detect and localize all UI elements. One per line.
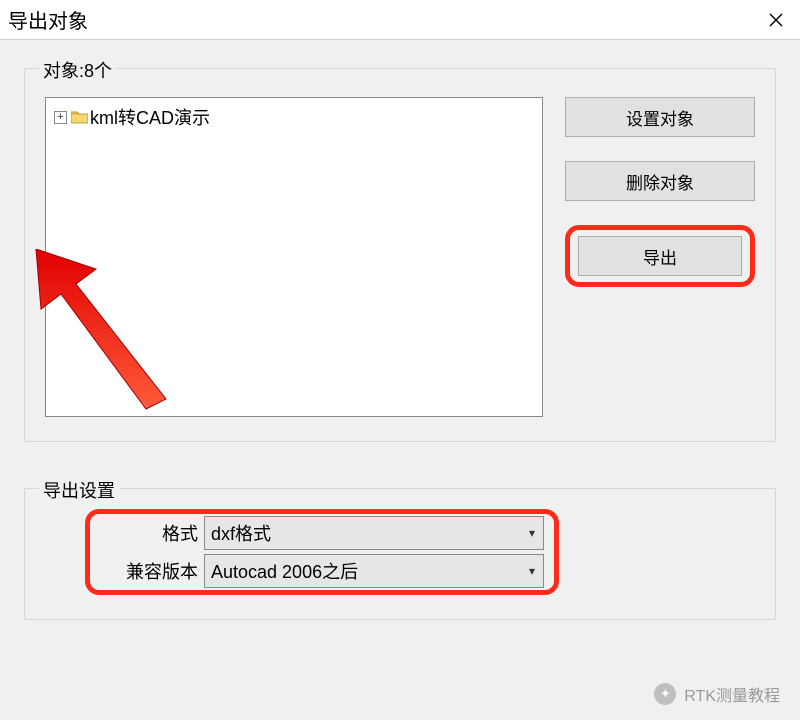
export-dialog: 导出对象 对象:8个 + <box>0 0 800 720</box>
version-value: Autocad 2006之后 <box>211 558 358 584</box>
close-icon <box>768 12 784 28</box>
format-combobox[interactable]: dxf格式 ▾ <box>204 516 544 550</box>
delete-object-button[interactable]: 删除对象 <box>565 161 755 201</box>
objects-group-label: 对象:8个 <box>39 57 116 83</box>
export-settings-label: 导出设置 <box>39 477 119 503</box>
dialog-content: 对象:8个 + kml转CAD演示 <box>0 40 800 630</box>
chevron-down-icon: ▾ <box>529 564 535 578</box>
version-combobox[interactable]: Autocad 2006之后 ▾ <box>204 554 544 588</box>
export-label: 导出 <box>643 244 677 269</box>
objects-group: 对象:8个 + kml转CAD演示 <box>24 68 776 442</box>
close-button[interactable] <box>752 0 800 40</box>
version-row: 兼容版本 Autocad 2006之后 ▾ <box>96 554 544 588</box>
watermark-text: RTK测量教程 <box>684 682 780 706</box>
object-tree[interactable]: + kml转CAD演示 <box>45 97 543 417</box>
chevron-down-icon: ▾ <box>529 526 535 540</box>
export-button[interactable]: 导出 <box>578 236 742 276</box>
format-row: 格式 dxf格式 ▾ <box>96 516 544 550</box>
expand-icon[interactable]: + <box>54 111 67 124</box>
delete-object-label: 删除对象 <box>626 169 694 194</box>
format-label: 格式 <box>96 520 204 546</box>
set-object-button[interactable]: 设置对象 <box>565 97 755 137</box>
watermark: ✦ RTK测量教程 <box>654 682 780 706</box>
titlebar: 导出对象 <box>0 0 800 40</box>
set-object-label: 设置对象 <box>626 105 694 130</box>
wechat-icon: ✦ <box>654 683 676 705</box>
object-buttons: 设置对象 删除对象 导出 <box>565 97 755 417</box>
tree-item[interactable]: + kml转CAD演示 <box>54 104 534 130</box>
settings-highlight: 格式 dxf格式 ▾ 兼容版本 Autocad 2006之后 ▾ <box>85 509 559 595</box>
window-title: 导出对象 <box>8 5 88 34</box>
format-value: dxf格式 <box>211 520 271 546</box>
folder-icon <box>71 110 88 124</box>
export-button-highlight: 导出 <box>565 225 755 287</box>
tree-item-label: kml转CAD演示 <box>90 104 210 130</box>
version-label: 兼容版本 <box>96 558 204 584</box>
export-settings-group: 导出设置 格式 dxf格式 ▾ 兼容版本 Autocad 2006之后 ▾ <box>24 488 776 620</box>
